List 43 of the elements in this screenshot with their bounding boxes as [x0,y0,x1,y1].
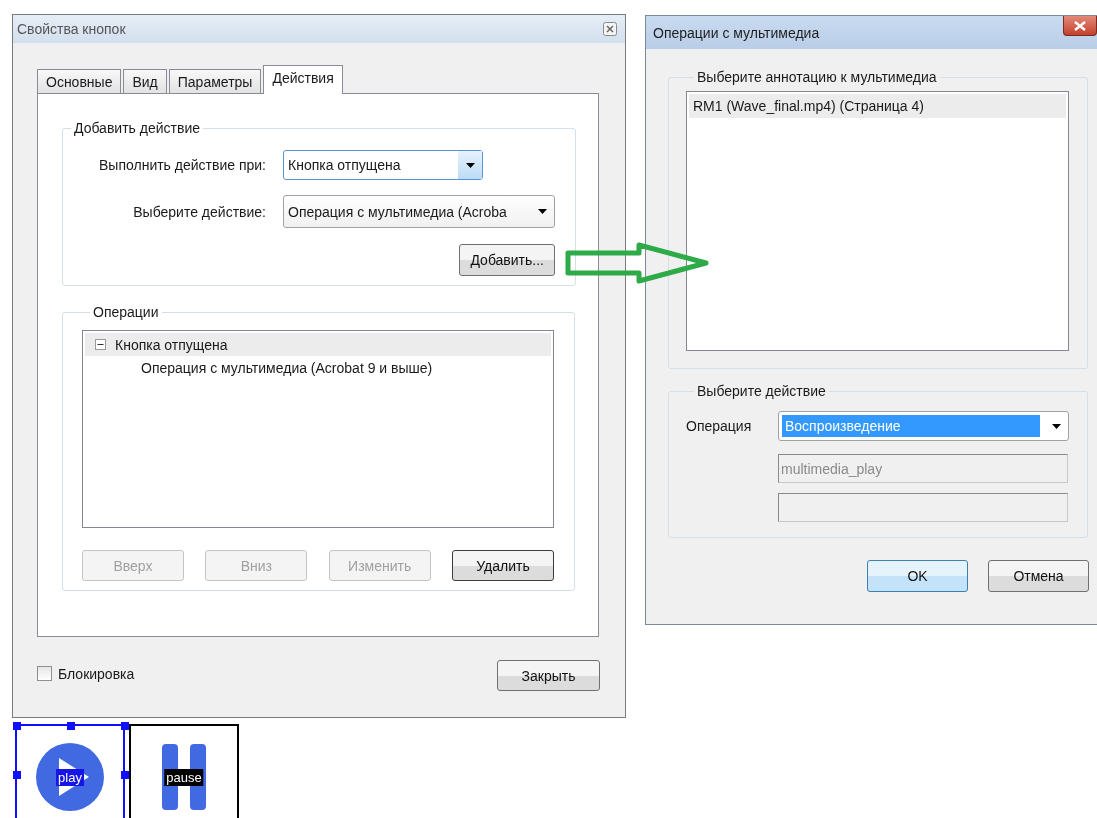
play-icon [35,742,105,812]
close-button[interactable] [1063,16,1097,36]
selection-handle[interactable] [67,722,75,730]
group-title: Выберите аннотацию к мультимедиа [696,69,938,85]
field-label: Выполнить действие при: [98,157,267,173]
caret-icon [1051,423,1061,429]
window-title: Операции с мультимедиа [653,25,820,41]
selection-handle[interactable] [13,771,21,779]
trigger-dropdown[interactable]: Кнопка отпущена [283,150,483,180]
tree-item[interactable]: Кнопка отпущена [85,333,551,356]
tab[interactable]: Вид [123,69,167,93]
tab[interactable]: Основные [37,69,122,93]
checkbox-label: Блокировка [58,665,135,682]
button-caption: play [56,769,84,786]
selection-handle[interactable] [13,722,21,730]
group-title: Операции [92,304,160,320]
collapse-icon[interactable] [95,339,106,350]
close-icon [1074,20,1086,31]
action-dropdown[interactable]: Операция с мультимедиа (Acroba [283,195,555,228]
group-title: Добавить действие [73,120,201,136]
list-item[interactable]: RM1 (Wave_final.mp4) (Страница 4) [689,94,1066,118]
tab[interactable]: Параметры [168,69,262,93]
tree-item[interactable]: Операция с мультимедиа (Acrobat 9 и выше) [85,356,551,379]
operation-button[interactable]: Удалить [452,550,554,581]
dialog-button[interactable]: OK [867,560,968,592]
close-button[interactable]: Закрыть [497,660,600,691]
checkbox[interactable] [37,666,52,681]
tree-label: Кнопка отпущена [115,336,228,353]
window-title: Свойства кнопок [17,21,126,37]
form-button-frame[interactable]: pause [129,724,239,818]
field-label: Выберите действие: [132,203,267,220]
close-icon[interactable] [603,22,617,36]
group-title: Выберите действие [696,383,827,399]
button-caption: pause [164,769,204,786]
selection-handle[interactable] [121,771,129,779]
selection-handle[interactable] [121,722,129,730]
input-field[interactable] [778,493,1068,522]
field-label: Операция [686,418,753,434]
caret-icon [465,162,475,168]
caret-icon [537,209,547,214]
dialog-button[interactable]: Отмена [988,560,1089,592]
tab[interactable]: Действия [263,65,343,94]
add-button[interactable]: Добавить... [459,244,555,276]
